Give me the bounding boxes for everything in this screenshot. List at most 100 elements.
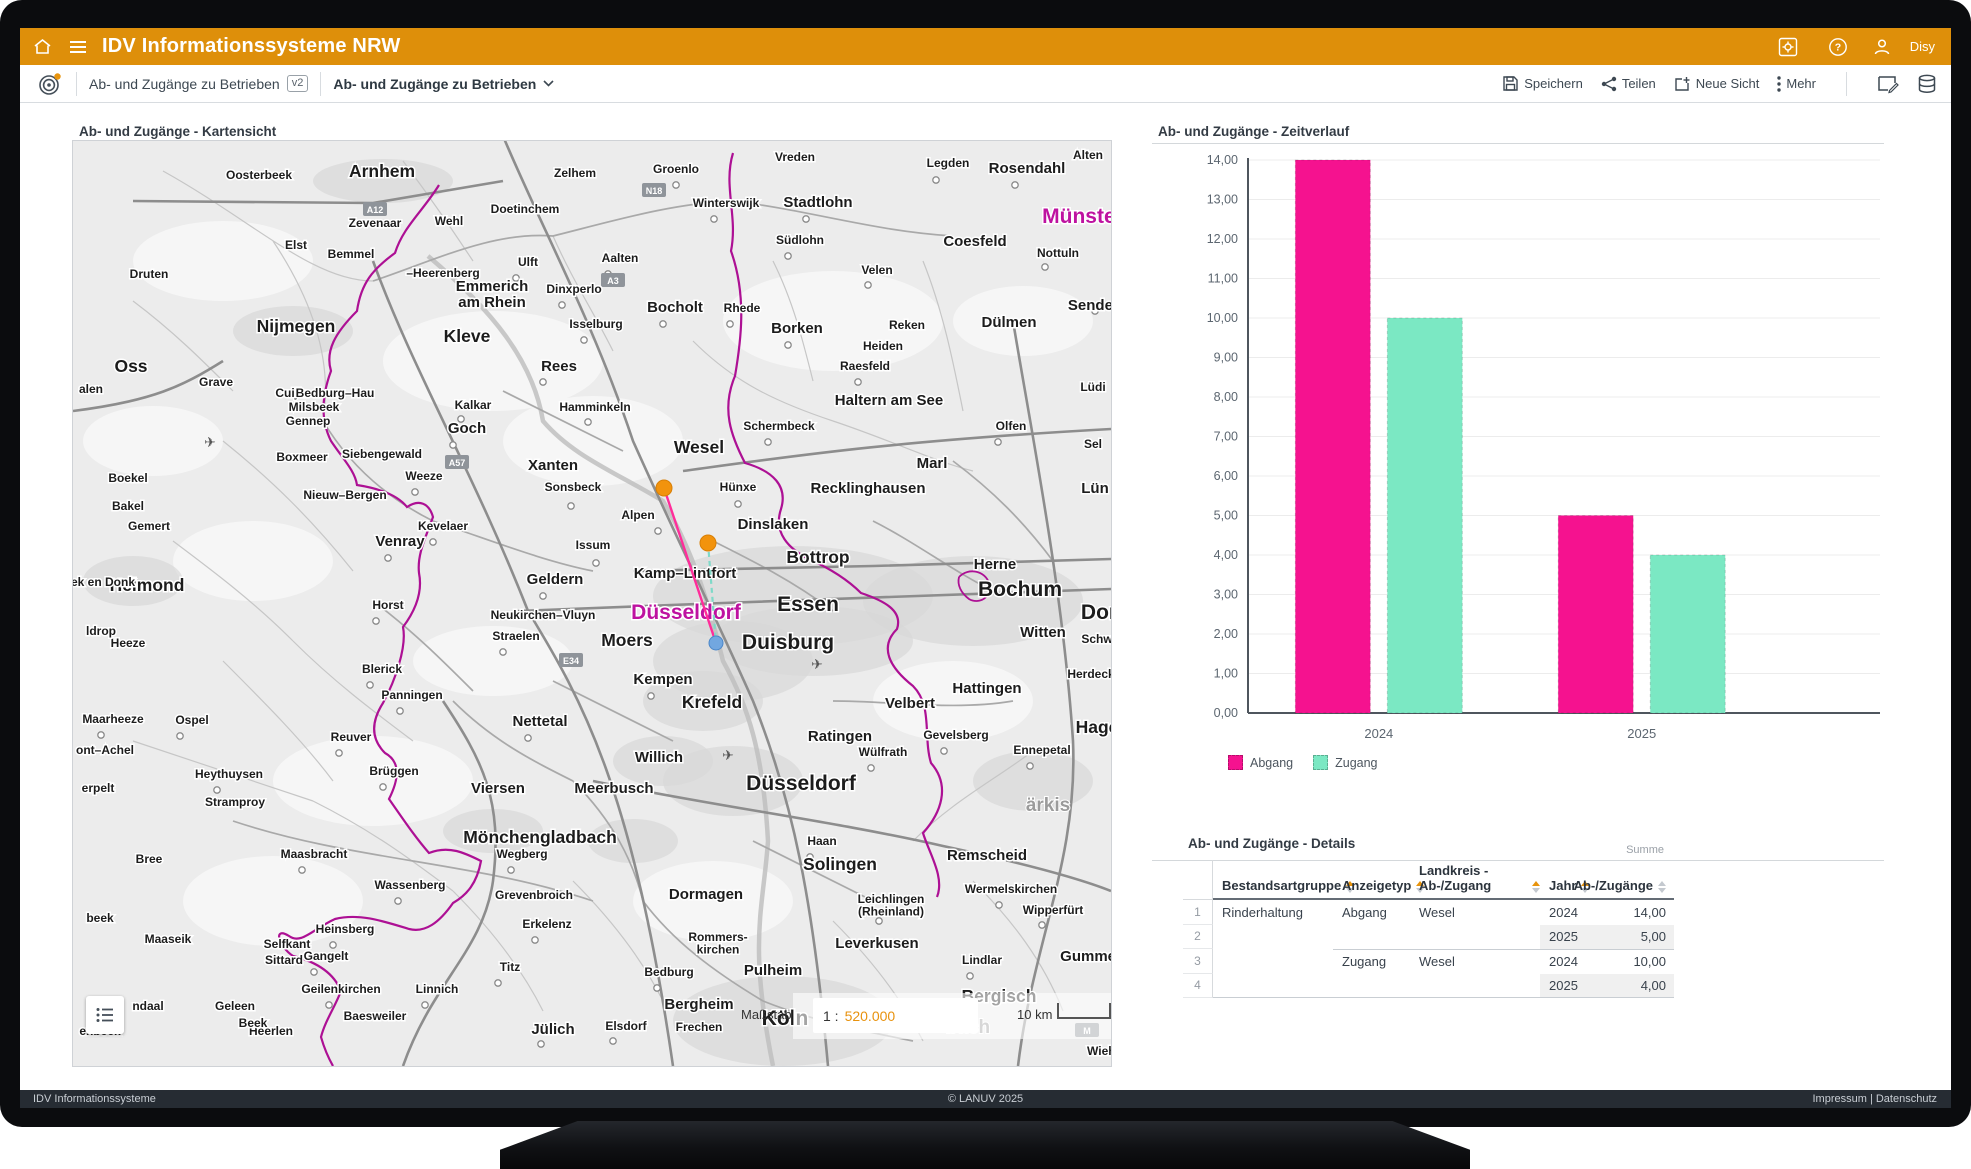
app-screen: IDV Informationssysteme NRW ? Disy [20, 28, 1951, 1108]
table-cell: 4,00 [1605, 974, 1674, 999]
table-row[interactable]: 420254,00 [1183, 974, 1674, 999]
legend-item-abgang[interactable]: Abgang [1228, 755, 1293, 770]
x-tick-label: 2024 [1364, 726, 1393, 741]
table-cell [1410, 974, 1540, 999]
bar-abgang-2024[interactable] [1295, 160, 1370, 713]
svg-text:A12: A12 [367, 205, 384, 215]
map-label: Linnich [416, 982, 459, 996]
row-index-cell: 1 [1183, 900, 1213, 925]
edit-note-button[interactable] [1877, 74, 1899, 94]
map-label: Duisburg [742, 631, 834, 654]
map-label: Velbert [885, 695, 935, 712]
map-marker-orange[interactable] [700, 535, 716, 551]
map-label: Krefeld [682, 692, 742, 712]
app-title: IDV Informationssysteme NRW [102, 35, 400, 58]
monitor-stand [500, 1121, 1470, 1169]
map-label: alen [79, 382, 103, 396]
map-label: Ennepetal [1013, 743, 1070, 757]
table-cell [1213, 925, 1333, 950]
bar-abgang-2025[interactable] [1558, 516, 1633, 714]
table-cell: 14,00 [1605, 900, 1674, 925]
y-tick-label: 3,00 [1214, 588, 1238, 602]
map-view[interactable]: ✈✈✈A12N18A3A57E34MOosterbeekArnhemZelhem… [72, 140, 1112, 1067]
map-legend-button[interactable] [86, 996, 124, 1034]
y-tick-label: 13,00 [1207, 193, 1238, 207]
map-label: Raesfeld [840, 359, 890, 373]
map-label: Mönchengladbach [463, 827, 617, 847]
map-label: Gennep [286, 414, 331, 428]
table-cell [1333, 974, 1410, 999]
share-button[interactable]: Teilen [1601, 76, 1656, 92]
scale-bar [1057, 1003, 1111, 1019]
bar-zugang-2024[interactable] [1387, 318, 1462, 713]
divider [320, 72, 321, 96]
table-row[interactable]: 3ZugangWesel202410,00 [1183, 949, 1674, 974]
more-button[interactable]: Mehr [1777, 76, 1816, 92]
footer-center: © LANUV 2025 [948, 1093, 1023, 1105]
svg-text:A3: A3 [607, 276, 619, 286]
table-header-summe-overline: Summe [1626, 844, 1664, 856]
map-label: Bottrop [786, 547, 849, 567]
map-label: Wesel [674, 437, 724, 457]
table-header-row: BestandsartgruppeAnzeigetypLandkreis - A… [1183, 860, 1674, 900]
svg-text:A57: A57 [449, 458, 466, 468]
map-marker-blue[interactable] [709, 636, 723, 650]
map-label: Hünxe [720, 480, 757, 494]
table-header-1[interactable]: Bestandsartgruppe [1213, 860, 1333, 900]
map-label: Bakel [112, 499, 144, 513]
user-icon[interactable] [1868, 33, 1896, 61]
map-label: Elsdorf [605, 1019, 647, 1033]
map-label: Venray [375, 533, 425, 550]
new-view-button[interactable]: Neue Sicht [1674, 76, 1760, 92]
map-label: Viersen [471, 780, 525, 797]
map-label: Essen [777, 593, 839, 616]
map-label: Südlohn [776, 233, 824, 247]
map-marker-orange[interactable] [656, 480, 672, 496]
footer-links[interactable]: Impressum | Datenschutz [1812, 1093, 1937, 1105]
map-label: Beek [239, 1016, 268, 1030]
table-header-2[interactable]: Anzeigetyp [1333, 860, 1410, 900]
workspace-selector[interactable]: Ab- und Zugänge zu Betrieben v2 [89, 75, 308, 92]
database-button[interactable] [1917, 74, 1937, 94]
map-label: Weeze [405, 469, 442, 483]
view-selector[interactable]: Ab- und Zugänge zu Betrieben [333, 76, 554, 92]
table-row[interactable]: 1RinderhaltungAbgangWesel202414,00 [1183, 900, 1674, 925]
map-label: Haan [807, 834, 836, 848]
svg-text:?: ? [1835, 41, 1841, 53]
help-icon[interactable]: ? [1824, 33, 1852, 61]
map-label: Dinxperlo [546, 282, 601, 296]
workspace-icon[interactable] [36, 70, 64, 98]
map-label: beek [86, 911, 114, 925]
map-label: Heythuysen [195, 767, 263, 781]
map-label: Ratingen [808, 728, 872, 745]
map-label: Geilenkirchen [301, 982, 380, 996]
map-label: Düsseldorf [746, 772, 857, 795]
table-header-3[interactable]: Landkreis - Ab-/Zugang [1410, 860, 1540, 900]
home-icon[interactable] [28, 33, 56, 61]
table-cell: 2024 [1540, 900, 1605, 925]
map-label: Dormagen [669, 886, 743, 903]
map-label: Remscheid [947, 847, 1027, 864]
map-label: Wegberg [496, 847, 547, 861]
map-label: Legden [927, 156, 970, 170]
scale-input[interactable]: 1 : 520.000 [813, 998, 978, 1033]
new-view-icon [1674, 76, 1691, 92]
map-label: Velen [861, 263, 892, 277]
table-row[interactable]: 220255,00 [1183, 925, 1674, 950]
map-label: Jülich [531, 1021, 574, 1038]
map-label: Zelhem [554, 166, 596, 180]
airport-icon: ✈ [722, 747, 734, 763]
svg-text:E34: E34 [563, 656, 579, 666]
save-button[interactable]: Speichern [1502, 75, 1583, 92]
table-cell [1410, 925, 1540, 950]
bar-zugang-2025[interactable] [1650, 555, 1725, 713]
legend-item-zugang[interactable]: Zugang [1313, 755, 1377, 770]
row-index-cell: 2 [1183, 925, 1213, 950]
y-tick-label: 7,00 [1214, 430, 1238, 444]
bar-chart[interactable]: 0,001,002,003,004,005,006,007,008,009,00… [1152, 148, 1892, 768]
settings-icon[interactable] [1774, 33, 1802, 61]
user-name[interactable]: Disy [1910, 39, 1935, 54]
table-header-5[interactable]: Ab-/ZugängeSumme [1605, 860, 1674, 900]
menu-icon[interactable] [64, 33, 92, 61]
scale-value: 520.000 [845, 1008, 896, 1024]
